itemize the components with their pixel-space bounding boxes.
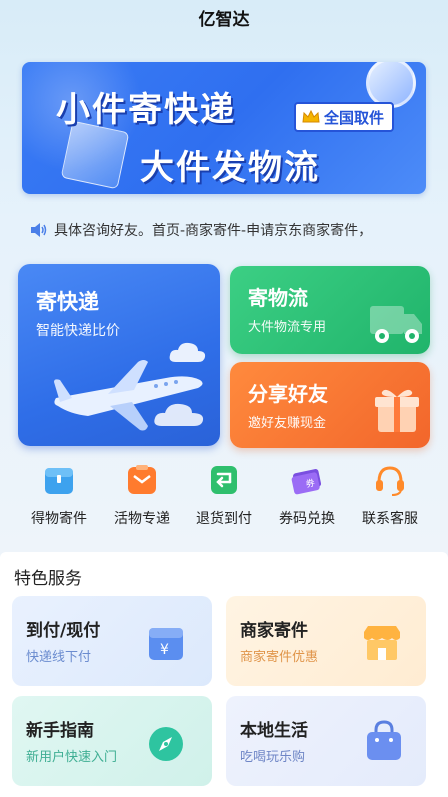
headset-icon	[376, 466, 404, 496]
box-icon	[45, 468, 73, 494]
quick-label-coupon: 券码兑换	[279, 511, 335, 527]
compass-icon	[149, 727, 183, 761]
quick-label-dewu: 得物寄件	[31, 511, 87, 527]
service-merchant-title: 商家寄件	[240, 621, 308, 641]
service-guide-card[interactable]: 新手指南 新用户快速入门	[12, 696, 212, 786]
quick-label-service: 联系客服	[362, 511, 418, 527]
speaker-icon	[31, 223, 47, 237]
truck-icon	[370, 306, 422, 343]
send-express-title: 寄快递	[36, 290, 99, 314]
promo-banner[interactable]: 小件寄快递 全国取件 大件发物流	[22, 62, 426, 194]
service-guide-title: 新手指南	[26, 721, 94, 741]
share-friends-subtitle: 邀好友赚现金	[248, 416, 327, 431]
quick-item-return[interactable]: 退货到付	[184, 462, 264, 528]
banner-badge: 全国取件	[294, 102, 395, 132]
return-icon	[211, 466, 237, 494]
service-merchant-card[interactable]: 商家寄件 商家寄件优惠	[226, 596, 426, 686]
service-guide-subtitle: 新用户快速入门	[26, 750, 118, 765]
quick-label-live: 活物专递	[114, 511, 170, 527]
share-friends-title: 分享好友	[248, 382, 328, 406]
quick-label-return: 退货到付	[196, 511, 252, 527]
service-local-card[interactable]: 本地生活 吃喝玩乐购	[226, 696, 426, 786]
send-logistics-card[interactable]: 寄物流 大件物流专用	[230, 266, 430, 354]
cloud-icon	[154, 403, 204, 426]
quick-item-live[interactable]: 活物专递	[102, 462, 182, 528]
quick-item-service[interactable]: 联系客服	[350, 462, 430, 528]
service-local-title: 本地生活	[240, 721, 308, 741]
send-express-subtitle: 智能快递比价	[36, 323, 120, 339]
gift-icon	[375, 389, 419, 432]
share-friends-card[interactable]: 分享好友 邀好友赚现金	[230, 362, 430, 448]
service-cod-title: 到付/现付	[26, 621, 101, 641]
banner-headline-1: 小件寄快递	[56, 90, 236, 130]
featured-services: 特色服务 到付/现付 快递线下付 ¥ 商家寄件 商家寄件优惠 新手指南 新用户快…	[0, 552, 448, 797]
coupon-icon: 券	[291, 469, 322, 495]
store-icon	[364, 626, 400, 660]
banner-badge-label: 全国取件	[324, 108, 385, 127]
yen-box-icon: ¥	[149, 628, 183, 660]
send-logistics-title: 寄物流	[248, 286, 308, 310]
banner-headline-2: 大件发物流	[140, 148, 320, 188]
svg-text:¥: ¥	[160, 642, 169, 658]
package-icon	[128, 465, 156, 494]
send-express-card[interactable]: 寄快递 智能快递比价	[18, 264, 220, 446]
quick-item-dewu[interactable]: 得物寄件	[19, 462, 99, 528]
service-cod-subtitle: 快递线下付	[26, 650, 92, 665]
crown-icon	[302, 110, 320, 123]
shopping-bag-icon	[367, 720, 401, 760]
service-local-subtitle: 吃喝玩乐购	[240, 750, 306, 765]
notice-bar[interactable]: 具体咨询好友。首页-商家寄件-申请京东商家寄件，	[18, 210, 430, 250]
send-logistics-subtitle: 大件物流专用	[248, 320, 327, 335]
quick-actions: 得物寄件 活物专递 退货到付 券 券码兑换 联系客服	[0, 462, 448, 542]
quick-item-coupon[interactable]: 券 券码兑换	[267, 462, 347, 528]
service-cod-card[interactable]: 到付/现付 快递线下付 ¥	[12, 596, 212, 686]
app-title: 亿智达	[198, 9, 250, 30]
notice-text: 具体咨询好友。首页-商家寄件-申请京东商家寄件，	[54, 223, 373, 239]
service-merchant-subtitle: 商家寄件优惠	[240, 650, 319, 665]
section-title: 特色服务	[14, 569, 82, 589]
